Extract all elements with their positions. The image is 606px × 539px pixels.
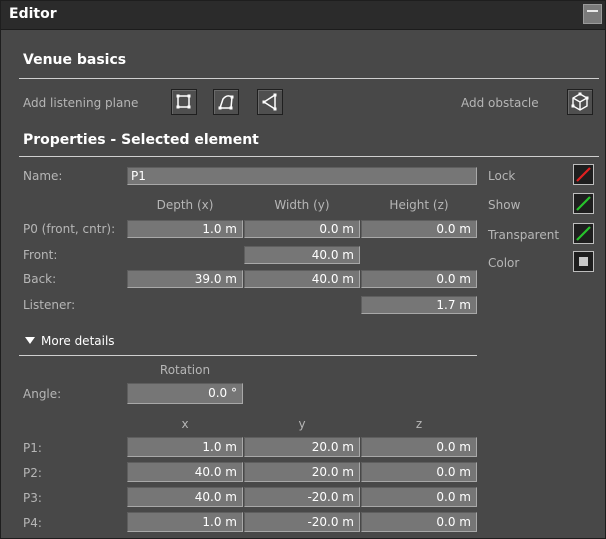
- lock-checkbox[interactable]: [573, 164, 594, 185]
- listener-height-field[interactable]: 1.7 m: [361, 296, 477, 314]
- color-swatch-icon: [579, 257, 588, 266]
- back-height-field[interactable]: 0.0 m: [361, 270, 477, 288]
- divider: [19, 78, 599, 79]
- p1-label: P1:: [23, 441, 42, 455]
- p3-z-field[interactable]: 0.0 m: [361, 487, 477, 507]
- p4-z-field[interactable]: 0.0 m: [361, 512, 477, 532]
- show-checkbox[interactable]: [573, 193, 594, 214]
- obstacle-cube-icon: [571, 92, 589, 111]
- editor-panel: Editor Venue basics Add listening plane: [0, 0, 606, 539]
- y-column-header: y: [298, 417, 306, 431]
- p1-y-field[interactable]: 20.0 m: [244, 437, 360, 457]
- z-column-header: z: [415, 417, 423, 431]
- more-details-toggle[interactable]: More details: [25, 334, 115, 348]
- green-slash-icon: [576, 196, 591, 211]
- listener-label: Listener:: [23, 298, 76, 312]
- back-depth-field[interactable]: 39.0 m: [127, 270, 243, 288]
- p2-x-field[interactable]: 40.0 m: [127, 462, 243, 482]
- p0-label: P0 (front, cntr):: [23, 222, 116, 236]
- p0-width-field[interactable]: 0.0 m: [244, 220, 360, 238]
- add-obstacle-button[interactable]: [567, 89, 593, 115]
- p2-z-field[interactable]: 0.0 m: [361, 462, 477, 482]
- color-picker-button[interactable]: [573, 251, 594, 272]
- angle-label: Angle:: [23, 387, 62, 401]
- depth-column-header: Depth (x): [156, 198, 214, 212]
- name-input[interactable]: P1: [127, 167, 477, 185]
- p2-y-field[interactable]: 20.0 m: [244, 462, 360, 482]
- add-listening-plane-label: Add listening plane: [23, 96, 139, 110]
- p4-label: P4:: [23, 516, 42, 530]
- expand-triangle-icon: [25, 337, 35, 344]
- window-title: Editor: [9, 6, 57, 22]
- title-bar: Editor: [1, 1, 605, 30]
- red-slash-icon: [576, 167, 591, 182]
- p3-label: P3:: [23, 491, 42, 505]
- lock-label: Lock: [488, 169, 516, 183]
- rotation-column-header: Rotation: [159, 363, 211, 377]
- show-label: Show: [488, 198, 521, 212]
- name-label: Name:: [23, 169, 63, 183]
- add-rectangle-plane-button[interactable]: [171, 89, 197, 115]
- p0-height-field[interactable]: 0.0 m: [361, 220, 477, 238]
- trapezoid-plane-icon: [262, 93, 277, 111]
- p2-label: P2:: [23, 466, 42, 480]
- p4-x-field[interactable]: 1.0 m: [127, 512, 243, 532]
- curved-plane-icon: [218, 95, 234, 110]
- angle-field[interactable]: 0.0 °: [127, 383, 243, 404]
- p4-y-field[interactable]: -20.0 m: [244, 512, 360, 532]
- properties-heading: Properties - Selected element: [23, 132, 259, 148]
- green-slash-icon: [576, 226, 591, 241]
- minimize-button[interactable]: [583, 4, 602, 24]
- p3-x-field[interactable]: 40.0 m: [127, 487, 243, 507]
- p3-y-field[interactable]: -20.0 m: [244, 487, 360, 507]
- add-trapezoid-plane-button[interactable]: [257, 89, 283, 115]
- front-label: Front:: [23, 248, 58, 262]
- more-details-label: More details: [41, 334, 115, 348]
- x-column-header: x: [181, 417, 189, 431]
- rectangle-plane-icon: [176, 94, 191, 109]
- venue-basics-heading: Venue basics: [23, 52, 127, 68]
- back-width-field[interactable]: 40.0 m: [244, 270, 360, 288]
- front-width-field[interactable]: 40.0 m: [244, 246, 360, 264]
- height-column-header: Height (z): [389, 198, 449, 212]
- back-label: Back:: [23, 272, 57, 286]
- width-column-header: Width (y): [274, 198, 330, 212]
- p1-z-field[interactable]: 0.0 m: [361, 437, 477, 457]
- divider: [19, 156, 599, 157]
- divider: [19, 355, 477, 356]
- transparent-checkbox[interactable]: [573, 223, 594, 244]
- color-label: Color: [488, 256, 520, 270]
- p0-depth-field[interactable]: 1.0 m: [127, 220, 243, 238]
- add-obstacle-label: Add obstacle: [461, 96, 539, 110]
- p1-x-field[interactable]: 1.0 m: [127, 437, 243, 457]
- add-curved-plane-button[interactable]: [213, 89, 239, 115]
- transparent-label: Transparent: [488, 228, 560, 242]
